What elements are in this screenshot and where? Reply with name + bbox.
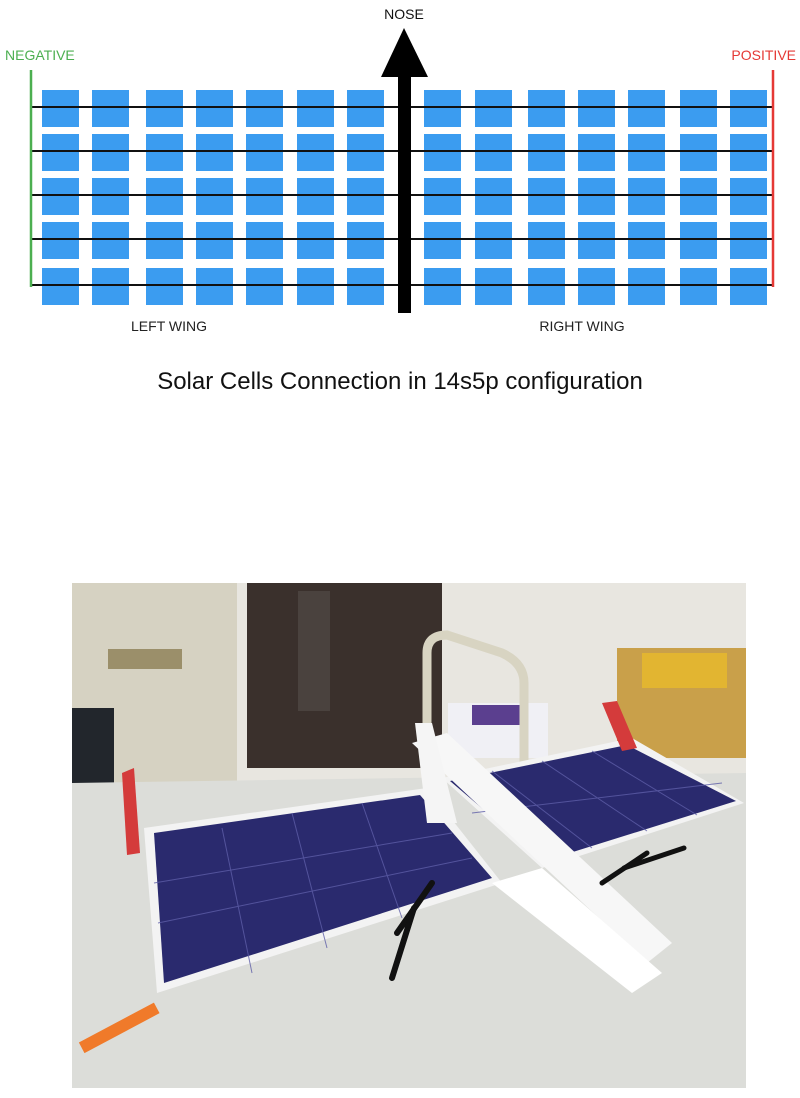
right-wing-cell [424,222,461,259]
left-wing-cell [42,90,79,127]
left-wing-cell [246,134,283,171]
left-wing-cell [297,134,334,171]
left-wing-label: LEFT WING [131,318,207,334]
left-wing-cell [347,134,384,171]
left-wing-cell [92,268,129,305]
left-wing-cell [246,90,283,127]
right-wing-cell [424,178,461,215]
right-wing-cell [578,90,615,127]
right-wing-cell [475,90,512,127]
solar-plane-photo [72,583,746,1088]
cabinet-label [108,649,182,669]
left-wing-cell [297,90,334,127]
right-wing-cell [680,268,717,305]
left-wing-cell [92,222,129,259]
right-wing-cell [424,90,461,127]
right-wing-cell [730,222,767,259]
right-wing-cell [528,268,565,305]
left-wing-cell [347,268,384,305]
left-wing-cell [42,222,79,259]
right-wing-cell [528,222,565,259]
left-wing-cell [92,90,129,127]
left-wing-cell [246,268,283,305]
left-wing-cell [196,90,233,127]
right-wing-cell [578,178,615,215]
left-wing-cell [146,268,183,305]
right-wing-cell [528,178,565,215]
left-wing-cell [42,134,79,171]
nose-arrow [381,28,428,313]
right-wing-cell [475,268,512,305]
left-wing-cell [92,134,129,171]
right-wing-cell [475,134,512,171]
left-wing-cell [146,134,183,171]
right-wing-cell [730,90,767,127]
left-wing-cell [347,178,384,215]
right-wing-cell [680,90,717,127]
right-wing-cell [730,134,767,171]
right-wing-cell [424,134,461,171]
left-wing-cell [347,90,384,127]
left-wing-cell [246,178,283,215]
right-wing-cell [680,134,717,171]
left-wing-cell [246,222,283,259]
right-wing-cell [528,90,565,127]
diagram-caption: Solar Cells Connection in 14s5p configur… [157,368,643,395]
negative-label: NEGATIVE [5,47,75,63]
right-wing-cell [628,268,665,305]
right-wing-cell [424,268,461,305]
right-wing-cell [578,134,615,171]
right-wing-cell [628,222,665,259]
right-wing-cell [628,134,665,171]
right-wing-cell [578,222,615,259]
left-wing-cell [42,178,79,215]
right-wing-cell [628,178,665,215]
left-wing-cell [196,134,233,171]
right-wing-label: RIGHT WING [539,318,625,334]
left-wing-cell [347,222,384,259]
left-wing-cell [146,222,183,259]
positive-label: POSITIVE [731,47,796,63]
left-wing-cell [297,268,334,305]
right-wing-cell [578,268,615,305]
right-wing-cell [475,222,512,259]
right-wing-cell [730,268,767,305]
left-wing-cell [196,268,233,305]
left-wing-cell [146,90,183,127]
right-wing-cell [680,222,717,259]
nose-label: NOSE [384,6,424,22]
right-wing-cell [680,178,717,215]
left-wing-cell [196,178,233,215]
right-wing-cell [730,178,767,215]
door [247,583,442,768]
right-wing-cell [528,134,565,171]
right-wing-cell [475,178,512,215]
left-wing-cell [146,178,183,215]
left-wing-cell [92,178,129,215]
right-wing-cell [628,90,665,127]
left-wing-cell [297,178,334,215]
left-wing-cell [196,222,233,259]
solar-cell-diagram [29,28,775,313]
left-wing-cell [297,222,334,259]
left-wing-cell [42,268,79,305]
